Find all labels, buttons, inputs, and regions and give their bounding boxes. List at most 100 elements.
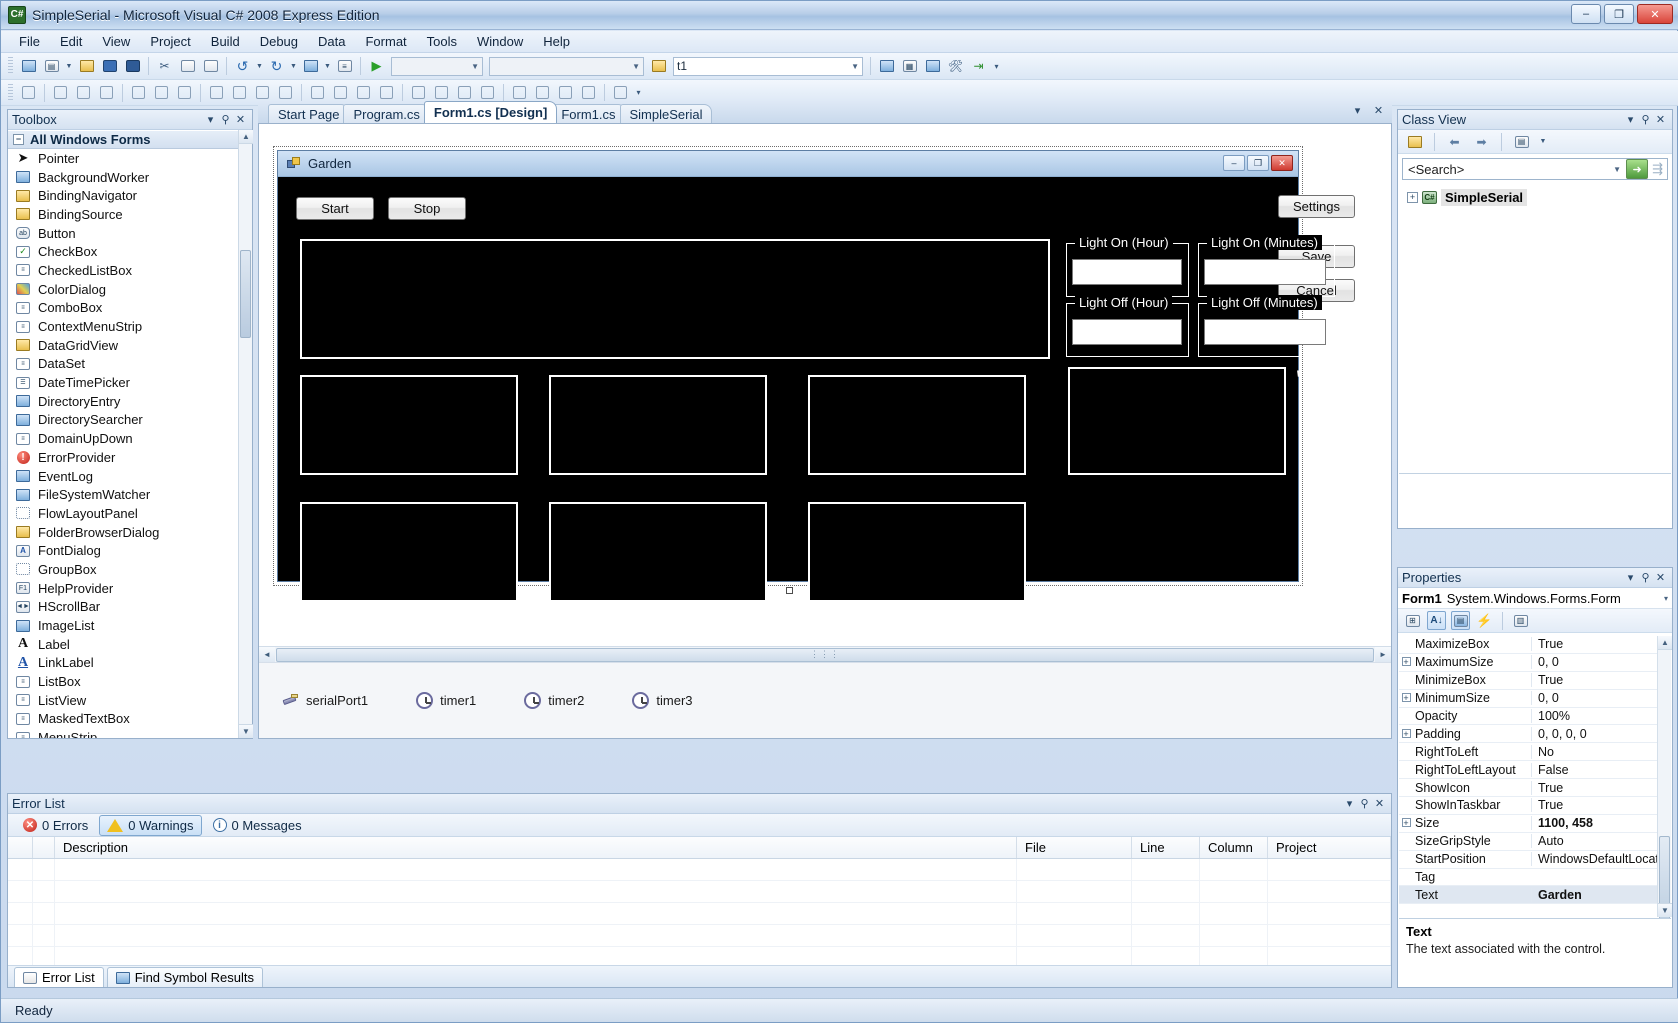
plant-panel-7[interactable] [808,502,1026,602]
dropdown-icon-1[interactable]: ▼ [64,56,74,77]
camera-preview-panel[interactable] [300,239,1050,359]
property-row-maximumsize[interactable]: + MaximumSize 0, 0 [1399,654,1671,672]
layout-overflow-icon[interactable]: ▾ [633,82,644,103]
properties-object-selector[interactable]: Form1 System.Windows.Forms.Form ▾ [1398,588,1672,609]
settings-button[interactable]: Settings [1278,195,1355,218]
menu-build[interactable]: Build [201,32,250,51]
tab-error-list[interactable]: Error List [14,967,104,987]
redo-icon[interactable]: ↻ [266,56,287,77]
chevron-down-icon[interactable]: ▾ [203,112,218,127]
back-icon[interactable]: ⬅ [1444,131,1465,152]
close-icon[interactable]: ✕ [1372,796,1387,811]
column-header-file[interactable]: File [1017,837,1132,858]
solution-platform-combo[interactable]: ▼ [489,56,644,76]
plant-panel-4[interactable] [1068,367,1286,475]
navigate-forward-icon[interactable]: ≡ [334,56,355,77]
start-button[interactable]: Start [296,197,374,220]
property-value[interactable]: Garden [1531,887,1671,902]
menu-tools[interactable]: Tools [417,32,467,51]
toolbox-item-combobox[interactable]: ≡ ComboBox [8,299,252,318]
toolbox-item-contextmenustrip[interactable]: ≡ ContextMenuStrip [8,317,252,336]
property-row-opacity[interactable]: Opacity 100% [1399,708,1671,726]
align-left-edges-icon[interactable] [50,82,71,103]
toolbox-item-menustrip[interactable]: ≡ MenuStrip [8,728,252,738]
toolbox-item-bindingsource[interactable]: BindingSource [8,205,252,224]
alphabetical-icon[interactable]: A↓ [1427,611,1446,630]
garden-form[interactable]: Garden – ❐ ✕ Start Stop Settings Save Ca… [277,150,1359,602]
property-value[interactable]: 0, 0 [1531,655,1671,670]
light-on-minutes-group[interactable]: Light On (Minutes) [1198,235,1335,297]
menu-file[interactable]: File [9,32,50,51]
vertical-spacing-decrease-icon[interactable] [454,82,475,103]
chevron-down-icon[interactable]: ▾ [1342,796,1357,811]
align-bottoms-icon[interactable] [174,82,195,103]
toolbox-item-label[interactable]: A Label [8,635,252,654]
toolbox-item-directorysearcher[interactable]: DirectorySearcher [8,411,252,430]
property-row-showintaskbar[interactable]: ShowInTaskbar True [1399,797,1671,815]
menu-help[interactable]: Help [533,32,580,51]
menu-format[interactable]: Format [355,32,416,51]
active-files-dropdown-icon[interactable]: ▾ [1350,103,1365,118]
form-designer-surface[interactable]: Garden – ❐ ✕ Start Stop Settings Save Ca… [258,123,1392,739]
pin-icon[interactable]: ⚲ [1638,570,1653,585]
toolbox-item-directoryentry[interactable]: DirectoryEntry [8,392,252,411]
clear-search-icon[interactable]: ⇶ [1652,161,1663,177]
properties-window-icon[interactable]: ▦ [899,56,920,77]
document-tab-form1-cs-design[interactable]: Form1.cs [Design] [423,101,558,123]
toolbox-item-groupbox[interactable]: GroupBox [8,560,252,579]
open-file-icon[interactable] [76,56,97,77]
make-same-size-icon[interactable] [252,82,273,103]
stop-button[interactable]: Stop [388,197,466,220]
menu-project[interactable]: Project [140,32,200,51]
light-off-minutes-input[interactable] [1204,319,1326,345]
vertical-spacing-equal-icon[interactable] [408,82,429,103]
toolbox-item-colordialog[interactable]: ColorDialog [8,280,252,299]
property-value[interactable]: No [1531,744,1671,759]
property-row-text[interactable]: Text Garden [1399,886,1671,905]
horizontal-spacing-decrease-icon[interactable] [353,82,374,103]
class-view-search-input[interactable]: <Search> ▼ ➜ ⇶ [1402,158,1668,180]
horizontal-spacing-remove-icon[interactable] [376,82,397,103]
tab-order-icon[interactable] [610,82,631,103]
undo-dropdown-icon[interactable]: ▼ [255,56,264,77]
minimize-button[interactable]: – [1571,4,1601,24]
property-row-showicon[interactable]: ShowIcon True [1399,779,1671,798]
toolbar-grip[interactable] [8,57,13,75]
document-tab-form1-cs[interactable]: Form1.cs [551,104,626,123]
table-row[interactable] [8,859,1391,881]
send-to-back-icon[interactable] [578,82,599,103]
property-pages-icon[interactable]: ▥ [1511,611,1530,630]
cut-icon[interactable]: ✂ [154,56,175,77]
warnings-filter-button[interactable]: 0 Warnings [99,814,202,836]
scroll-down-icon[interactable]: ▼ [239,724,253,738]
property-expander[interactable]: + [1399,818,1413,828]
center-horizontally-icon[interactable] [509,82,530,103]
column-header-project[interactable]: Project [1268,837,1391,858]
toolbox-item-maskedtextbox[interactable]: ≡ MaskedTextBox [8,710,252,729]
chevron-down-icon[interactable]: ▾ [1664,594,1668,603]
toolbox-item-domainupdown[interactable]: ≡ DomainUpDown [8,429,252,448]
add-new-item-icon[interactable]: ▤ [41,56,62,77]
properties-icon[interactable]: ▤ [1451,611,1470,630]
make-same-height-icon[interactable] [229,82,250,103]
garden-form-body[interactable]: Start Stop Settings Save Cancel Light On… [278,177,1359,602]
property-value[interactable]: True [1531,637,1671,652]
property-value[interactable]: 100% [1531,709,1671,723]
property-row-padding[interactable]: + Padding 0, 0, 0, 0 [1399,725,1671,744]
toolbox-item-backgroundworker[interactable]: BackgroundWorker [8,168,252,187]
view-settings-icon[interactable]: ▤ [1511,131,1532,152]
chevron-down-icon[interactable]: ▾ [1623,570,1638,585]
form-selection-frame[interactable]: Garden – ❐ ✕ Start Stop Settings Save Ca… [273,146,1359,602]
dropdown-icon[interactable]: ▼ [1538,131,1548,152]
toolbox-item-datetimepicker[interactable]: ☰ DateTimePicker [8,373,252,392]
toolbox-item-dataset[interactable]: ≡ DataSet [8,355,252,374]
properties-scrollbar[interactable]: ▲ ▼ [1657,636,1672,921]
new-project-icon[interactable] [18,56,39,77]
designer-horizontal-scrollbar[interactable]: ◄ ⋮⋮⋮ ► [259,646,1391,662]
toolbox-item-checkedlistbox[interactable]: ≡ CheckedListBox [8,261,252,280]
chevron-down-icon[interactable]: ▼ [1613,165,1621,174]
new-folder-icon[interactable] [1404,131,1425,152]
align-centers-icon[interactable] [73,82,94,103]
property-row-righttoleftlayout[interactable]: RightToLeftLayout False [1399,761,1671,780]
redo-dropdown-icon[interactable]: ▼ [289,56,298,77]
